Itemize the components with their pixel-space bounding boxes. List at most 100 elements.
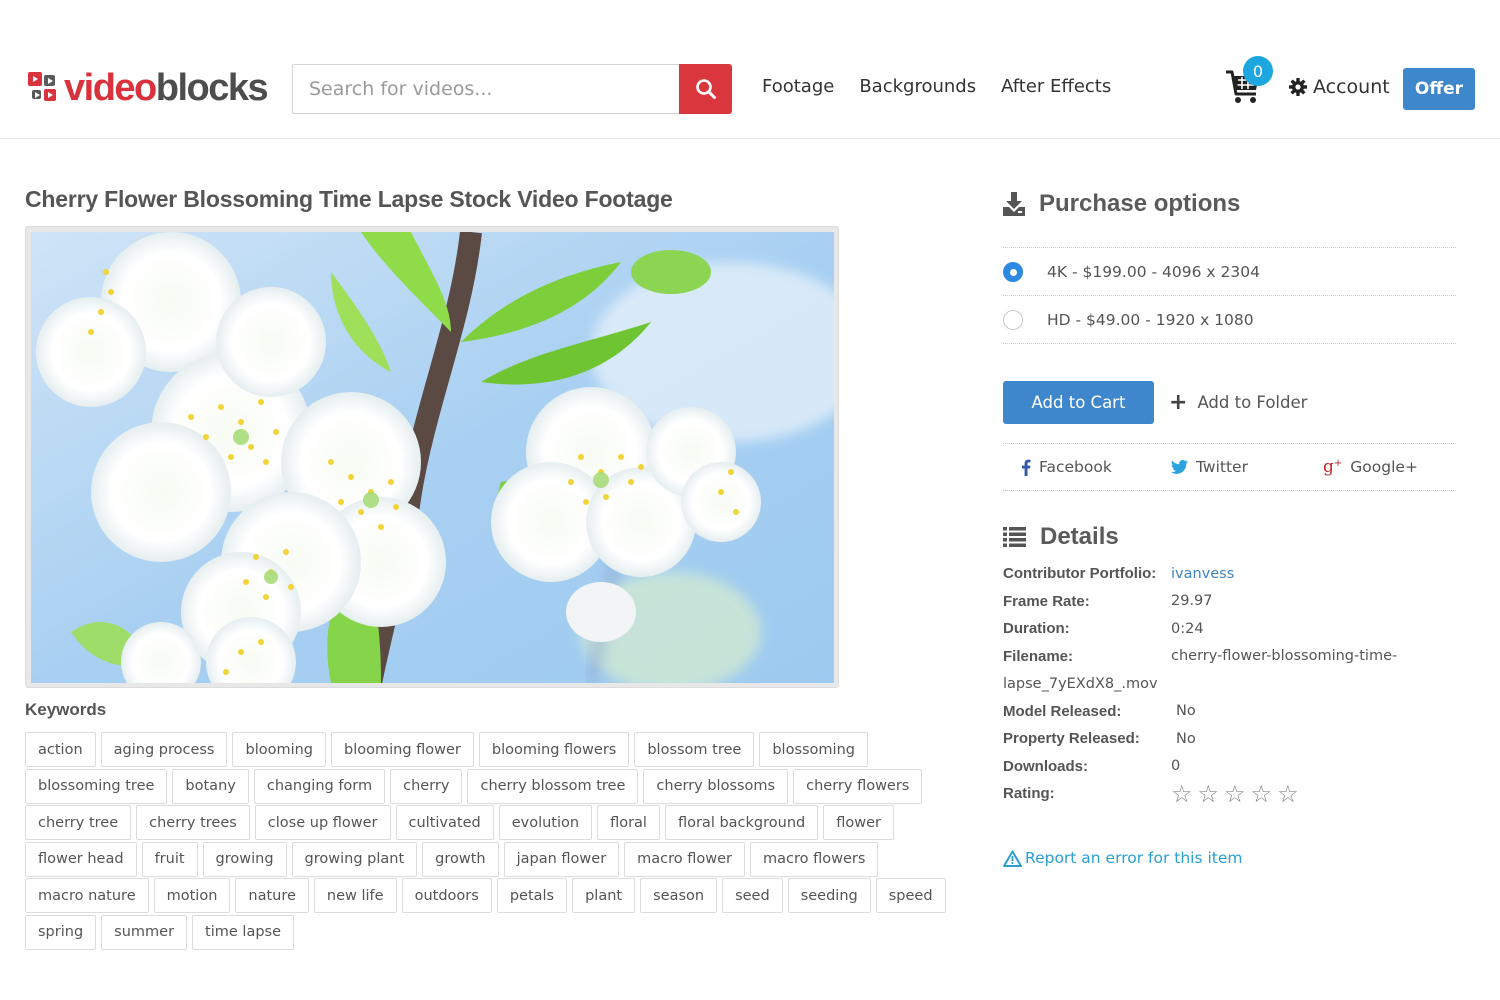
keyword-tag[interactable]: plant [572,878,636,913]
account-label: Account [1313,76,1390,98]
rating-star-icon[interactable]: ☆ [1251,782,1273,806]
purchase-option-hd[interactable]: HD - $49.00 - 1920 x 1080 [1003,296,1456,343]
add-to-cart-button[interactable]: Add to Cart [1003,381,1154,424]
offer-button[interactable]: Offer [1403,68,1475,110]
keyword-tag[interactable]: nature [235,878,309,913]
share-section: Facebook Twitter g + Google+ [1003,443,1456,491]
detail-downloads: Downloads: 0 [1003,757,1181,775]
keyword-tag[interactable]: cherry flowers [793,768,923,804]
keyword-tag[interactable]: cherry [390,768,463,804]
keyword-tag[interactable]: new life [313,878,397,913]
keyword-tag[interactable]: seeding [787,878,871,913]
rating-star-icon[interactable]: ☆ [1277,782,1299,806]
search-field [292,64,680,114]
keyword-tag[interactable]: season [640,878,718,913]
keyword-tag[interactable]: close up flower [254,805,391,840]
rating-stars[interactable]: ☆ ☆ ☆ ☆ ☆ [1171,782,1304,806]
share-google-plus[interactable]: g + Google+ [1323,458,1418,476]
keyword-tag[interactable]: motion [153,878,231,913]
nav-backgrounds[interactable]: Backgrounds [859,76,976,102]
detail-property-released: Property Released: No [1003,730,1196,748]
download-icon [1003,192,1025,216]
rating-star-icon[interactable]: ☆ [1171,782,1193,806]
purchase-option-4k[interactable]: 4K - $199.00 - 4096 x 2304 [1003,248,1456,295]
keyword-tag[interactable]: cherry blossom tree [467,768,639,804]
purchase-options-list: 4K - $199.00 - 4096 x 2304 HD - $49.00 -… [1003,247,1456,344]
rating-star-icon[interactable]: ☆ [1224,782,1246,806]
keyword-tag[interactable]: evolution [498,805,593,840]
keyword-tag[interactable]: speed [875,878,946,913]
keyword-tag[interactable]: macro flower [624,841,746,877]
keyword-tag[interactable]: botany [172,768,249,804]
rating-star-icon[interactable]: ☆ [1198,782,1220,806]
keyword-tag[interactable]: summer [101,914,188,950]
keyword-tag[interactable]: floral [597,805,660,840]
keyword-tag[interactable]: petals [496,878,568,913]
keywords-heading: Keywords [25,700,107,719]
keyword-tag[interactable]: cultivated [395,805,494,840]
keyword-tag[interactable]: outdoors [401,878,492,913]
keyword-tag[interactable]: blooming flowers [478,732,630,767]
detail-model-released: Model Released: No [1003,702,1196,720]
keyword-tag[interactable]: floral background [664,805,819,840]
plus-icon: + [1169,390,1188,415]
keyword-tag[interactable]: cherry tree [25,805,132,840]
keyword-tag[interactable]: blooming flower [331,732,474,767]
account-menu[interactable]: Account [1289,76,1390,98]
keyword-tag[interactable]: blossoming tree [25,768,168,804]
detail-rating: Rating: ☆ ☆ ☆ ☆ ☆ [1003,780,1456,808]
keyword-tag[interactable]: seed [722,878,783,913]
nav-footage[interactable]: Footage [762,76,834,102]
keyword-tag[interactable]: time lapse [192,914,295,950]
purchase-actions: Add to Cart + Add to Folder [1003,381,1456,424]
keyword-tag[interactable]: macro nature [25,878,149,913]
videoblocks-logo[interactable]: video blocks [28,66,269,109]
keyword-tag[interactable]: cherry blossoms [643,768,789,804]
keyword-tag[interactable]: blooming [232,732,327,767]
option-label: HD - $49.00 - 1920 x 1080 [1047,310,1254,329]
report-error-link[interactable]: Report an error for this item [1003,849,1242,867]
logo-mark-icon [28,72,60,104]
keyword-tag[interactable]: spring [25,914,97,950]
keyword-tag[interactable]: growth [422,841,499,877]
radio-hd[interactable] [1003,309,1023,330]
share-twitter[interactable]: Twitter [1171,458,1248,476]
video-thumbnail-image [31,232,834,683]
cart-count-badge: 0 [1243,56,1273,86]
google-plus-icon: g + [1323,456,1343,477]
search-icon [695,79,716,99]
details-section: Details [1003,520,1456,554]
keyword-tag[interactable]: macro flowers [750,841,879,877]
page-title: Cherry Flower Blossoming Time Lapse Stoc… [25,186,673,212]
nav-after-effects[interactable]: After Effects [1001,76,1111,102]
twitter-icon [1171,460,1188,474]
list-icon [1003,527,1026,547]
keyword-tag[interactable]: changing form [253,768,386,804]
keyword-tag[interactable]: flower head [25,841,137,877]
search-button[interactable] [679,64,732,114]
logo-text-video: video [64,66,157,109]
keyword-tag[interactable]: japan flower [503,841,620,877]
main-nav: Footage Backgrounds After Effects [762,76,1136,102]
search-input[interactable] [293,65,680,113]
keyword-tag[interactable]: blossoming [759,732,868,767]
share-facebook[interactable]: Facebook [1021,458,1112,476]
add-to-folder-button[interactable]: + Add to Folder [1169,381,1307,424]
video-preview[interactable] [25,226,839,688]
detail-duration: Duration: 0:24 [1003,620,1204,638]
keywords-list: action aging process blooming blooming flow… [25,732,955,951]
contributor-link[interactable]: ivanvess [1171,566,1234,582]
purchase-options-section: Purchase options [1003,186,1456,222]
details-list: Contributor Portfolio: ivanvess Frame Ra… [1003,560,1456,808]
keyword-tag[interactable]: action [25,732,96,767]
keyword-tag[interactable]: growing plant [291,841,418,877]
keyword-tag[interactable]: flower [823,805,894,840]
facebook-icon [1021,459,1031,476]
keyword-tag[interactable]: cherry trees [136,805,250,840]
radio-4k[interactable] [1003,261,1023,282]
keyword-tag[interactable]: growing [202,841,287,877]
keyword-tag[interactable]: fruit [141,841,198,877]
warning-icon [1003,850,1022,867]
keyword-tag[interactable]: blossom tree [634,732,755,767]
keyword-tag[interactable]: aging process [100,732,228,767]
